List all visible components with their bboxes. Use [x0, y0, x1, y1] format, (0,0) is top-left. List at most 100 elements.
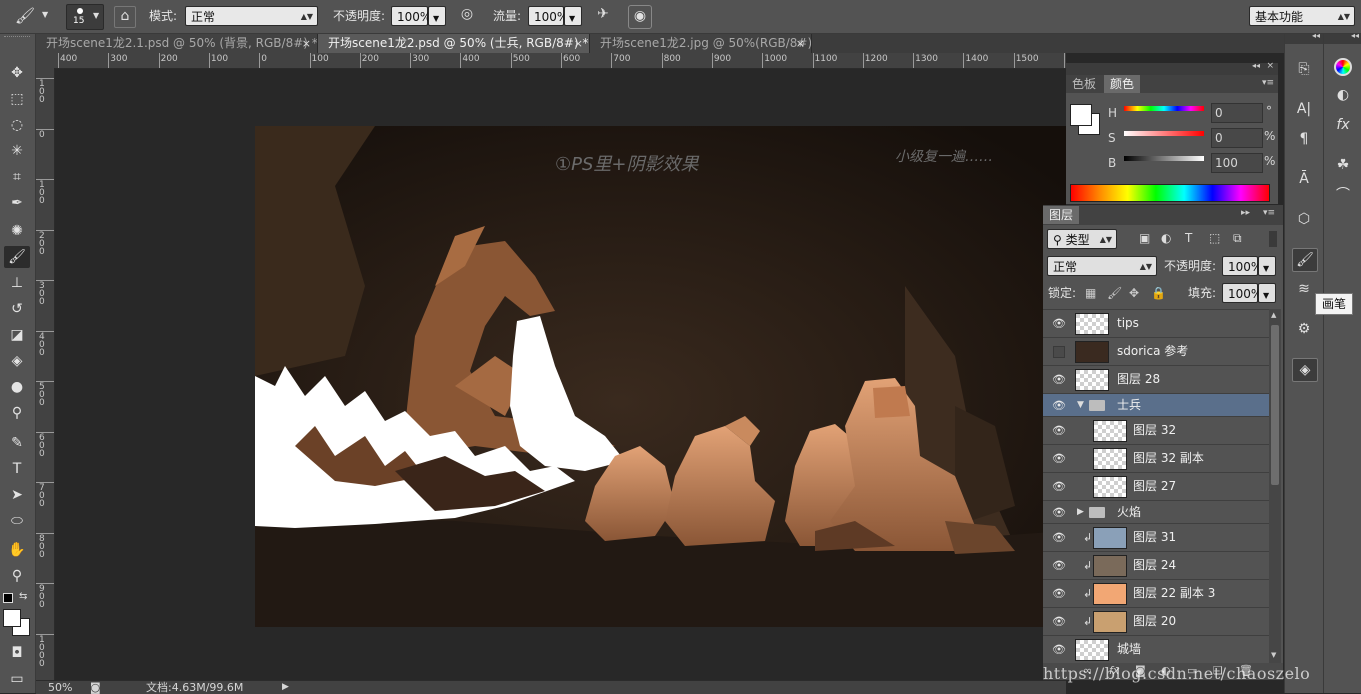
dock-collapse-bar[interactable]: ◂◂ — [1285, 31, 1323, 44]
eye-icon[interactable]: 👁 — [1051, 452, 1067, 465]
fill-input[interactable]: 100% — [1222, 283, 1262, 303]
layers-panel-icon[interactable]: ◈ — [1292, 358, 1318, 382]
eye-icon[interactable]: 👁 — [1051, 531, 1067, 544]
tab-color[interactable]: 颜色 — [1104, 75, 1141, 93]
layer-row-24[interactable]: 👁 ↲ 图层 24 — [1043, 552, 1269, 580]
clone-source-icon[interactable]: ⚙ — [1292, 318, 1316, 340]
character-styles-icon[interactable]: Ā — [1292, 168, 1316, 190]
dock-collapse-bar[interactable]: ◂◂ — [1324, 31, 1361, 44]
lock-all-icon[interactable]: 🔒 — [1151, 286, 1166, 300]
filter-type-icon[interactable]: T — [1185, 231, 1192, 245]
blur-tool-icon[interactable]: ● — [4, 376, 30, 398]
lasso-tool-icon[interactable]: ◌ — [4, 114, 30, 136]
filter-pixel-icon[interactable]: ▣ — [1139, 231, 1150, 245]
eye-icon[interactable]: 👁 — [1051, 480, 1067, 493]
dodge-tool-icon[interactable]: ⚲ — [4, 402, 30, 424]
layer-row-27[interactable]: 👁 图层 27 — [1043, 473, 1269, 501]
status-arrow-icon[interactable]: ▶ — [282, 681, 289, 694]
workspace-select[interactable]: 基本功能 ▲▼ — [1249, 6, 1355, 26]
layer-opacity-dropdown[interactable]: ▼ — [1258, 256, 1276, 276]
eye-icon[interactable]: 👁 — [1051, 506, 1067, 519]
close-icon[interactable]: × — [574, 34, 583, 53]
tab-layers[interactable]: 图层 — [1043, 206, 1080, 224]
paths-icon[interactable]: ⌒ — [1331, 184, 1355, 206]
saturation-input[interactable]: 0 — [1211, 128, 1263, 148]
airbrush-icon[interactable]: ✈ — [592, 6, 614, 26]
close-icon[interactable]: × — [1266, 61, 1274, 71]
layer-row-20[interactable]: 👁 ↲ 图层 20 — [1043, 608, 1269, 636]
close-icon[interactable]: × — [796, 34, 805, 53]
opacity-dropdown-button[interactable]: ▼ — [428, 6, 446, 26]
paint-bucket-tool-icon[interactable]: ◈ — [4, 350, 30, 372]
pen-tool-icon[interactable]: ✎ — [4, 432, 30, 454]
eye-icon[interactable]: 👁 — [1051, 587, 1067, 600]
artwork-canvas[interactable]: ①PS里+阴影效果 小级复一遍…… — [255, 126, 1066, 627]
layer-opacity-input[interactable]: 100% — [1222, 256, 1262, 276]
status-menu-icon[interactable]: ◙ — [90, 681, 101, 694]
brush-tool-icon[interactable]: 🖌 — [14, 6, 36, 26]
flow-dropdown-button[interactable]: ▼ — [564, 6, 582, 26]
magic-wand-tool-icon[interactable]: ✳ — [4, 140, 30, 162]
brightness-slider[interactable] — [1124, 156, 1204, 161]
channels-icon[interactable]: ☘ — [1331, 154, 1355, 176]
layer-row-32[interactable]: 👁 图层 32 — [1043, 417, 1269, 445]
layer-row-22-copy3[interactable]: 👁 ↲ 图层 22 副本 3 — [1043, 580, 1269, 608]
brightness-input[interactable]: 100 — [1211, 153, 1263, 173]
layer-list-scrollbar[interactable]: ▲ ▼ — [1269, 309, 1281, 663]
adjustments-icon[interactable]: ◐ — [1331, 84, 1355, 106]
color-wheel-icon[interactable] — [1334, 58, 1352, 76]
tab-document-2[interactable]: 开场scene1龙2.psd @ 50% (士兵, RGB/8#) * × — [318, 34, 590, 53]
history-brush-tool-icon[interactable]: ↺ — [4, 298, 30, 320]
panel-menu-icon[interactable]: ▾≡ — [1263, 208, 1275, 218]
color-spectrum-bar[interactable] — [1070, 184, 1270, 202]
layer-row-wall[interactable]: 👁 城墙 — [1043, 636, 1269, 664]
blend-mode-select[interactable]: 正常 ▲▼ — [1047, 256, 1157, 276]
brush-tool-icon[interactable]: 🖌 — [4, 246, 30, 268]
filter-toggle[interactable] — [1269, 231, 1277, 247]
eye-icon[interactable]: 👁 — [1051, 317, 1067, 330]
paragraph-panel-icon[interactable]: ¶ — [1292, 128, 1316, 150]
layer-row-group-fire[interactable]: 👁 ▶ 火焰 — [1043, 501, 1269, 524]
crop-tool-icon[interactable]: ⌗ — [4, 166, 30, 188]
move-tool-icon[interactable]: ✥ — [4, 62, 30, 84]
collapse-icon[interactable]: ◂◂ — [1252, 61, 1260, 70]
quick-mask-icon[interactable]: ◘ — [4, 642, 30, 664]
saturation-slider[interactable] — [1124, 131, 1204, 136]
zoom-tool-icon[interactable]: ⚲ — [4, 565, 30, 587]
screen-mode-icon[interactable]: ▭ — [4, 668, 30, 690]
3d-panel-icon[interactable]: ⬡ — [1292, 208, 1316, 230]
clone-stamp-tool-icon[interactable]: ⊥ — [4, 272, 30, 294]
layer-row-31[interactable]: 👁 ↲ 图层 31 — [1043, 524, 1269, 552]
mode-select[interactable]: 正常 ▲▼ — [185, 6, 318, 26]
pressure-opacity-icon[interactable]: ◎ — [456, 6, 478, 26]
opacity-input[interactable]: 100% — [391, 6, 431, 26]
eye-icon[interactable]: 👁 — [1051, 373, 1067, 386]
lock-pixels-icon[interactable]: 🖌 — [1107, 286, 1122, 300]
scroll-thumb[interactable] — [1271, 325, 1279, 485]
panel-collapse-bar[interactable]: ◂◂ × — [1066, 61, 1278, 75]
eyedropper-tool-icon[interactable]: ✒ — [4, 192, 30, 214]
scroll-down-icon[interactable]: ▼ — [1271, 651, 1276, 659]
horizontal-ruler[interactable]: 400 300 200 100 0 100 200 300 400 500 600 700 800 900… — [54, 53, 1066, 69]
tool-preset-dropdown-icon[interactable]: ▼ — [42, 10, 48, 19]
layer-row-tips[interactable]: 👁 tips — [1043, 310, 1269, 338]
eye-icon[interactable]: 👁 — [1051, 559, 1067, 572]
canvas-area[interactable]: ①PS里+阴影效果 小级复一遍…… — [55, 69, 1066, 680]
eye-icon[interactable]: 👁 — [1051, 399, 1067, 412]
close-icon[interactable]: × — [302, 34, 311, 53]
vertical-ruler[interactable]: 1 0 0 0 1 0 0 2 0 0 3 0 0 4 0 0 5 0 0 6 0 0 7 0 … — [36, 68, 55, 680]
type-tool-icon[interactable]: T — [4, 458, 30, 480]
brush-panel-icon[interactable]: ≋ — [1292, 278, 1316, 300]
hue-input[interactable]: 0 — [1211, 103, 1263, 123]
hue-slider[interactable] — [1124, 106, 1204, 111]
filter-shape-icon[interactable]: ⬚ — [1209, 231, 1220, 245]
default-colors-icon[interactable] — [3, 593, 13, 603]
tab-swatches[interactable]: 色板 — [1066, 75, 1102, 93]
fill-dropdown[interactable]: ▼ — [1258, 283, 1276, 303]
eye-icon[interactable]: 👁 — [1051, 615, 1067, 628]
layer-row-28[interactable]: 👁 图层 28 — [1043, 366, 1269, 394]
layer-row-sdorica[interactable]: sdorica 参考 — [1043, 338, 1269, 366]
layer-row-32-copy[interactable]: 👁 图层 32 副本 — [1043, 445, 1269, 473]
foreground-color-swatch[interactable] — [1070, 104, 1092, 126]
eye-icon[interactable]: 👁 — [1051, 643, 1067, 656]
